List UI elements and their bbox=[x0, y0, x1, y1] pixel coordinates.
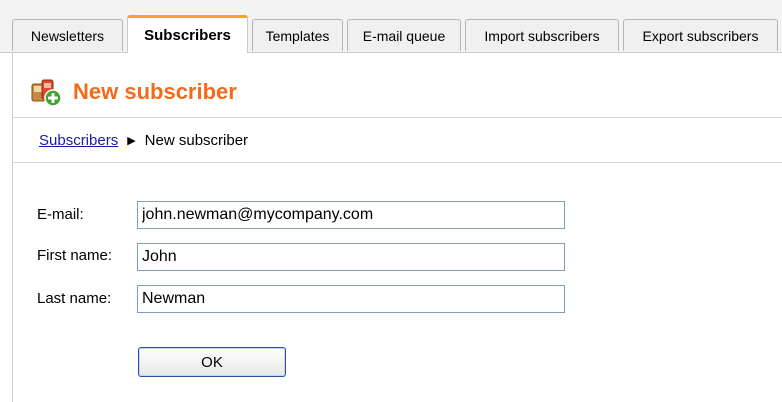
breadcrumb-divider bbox=[13, 162, 782, 163]
breadcrumb: Subscribers ▶ New subscriber bbox=[39, 132, 248, 149]
breadcrumb-arrow-icon: ▶ bbox=[127, 135, 136, 147]
page-header: New subscriber bbox=[29, 74, 237, 110]
last-name-label: Last name: bbox=[37, 290, 112, 307]
breadcrumb-current: New subscriber bbox=[144, 132, 249, 149]
breadcrumb-subscribers-link[interactable]: Subscribers bbox=[39, 132, 118, 149]
email-label: E-mail: bbox=[37, 206, 84, 223]
tab-templates[interactable]: Templates bbox=[252, 19, 343, 51]
tab-import-subscribers[interactable]: Import subscribers bbox=[465, 19, 619, 51]
last-name-field[interactable] bbox=[137, 285, 565, 313]
first-name-field[interactable] bbox=[137, 243, 565, 271]
ok-button[interactable]: OK bbox=[138, 347, 286, 377]
tab-subscribers[interactable]: Subscribers bbox=[127, 15, 248, 53]
page-title: New subscriber bbox=[73, 79, 237, 104]
new-subscriber-icon bbox=[31, 79, 62, 107]
first-name-label: First name: bbox=[37, 247, 113, 264]
tab-bar: Newsletters Subscribers Templates E-mail… bbox=[0, 0, 782, 53]
tab-newsletters[interactable]: Newsletters bbox=[12, 19, 123, 51]
header-divider bbox=[13, 117, 782, 118]
email-field[interactable] bbox=[137, 201, 565, 229]
content-panel: New subscriber Subscribers ▶ New subscri… bbox=[12, 52, 782, 402]
tab-email-queue[interactable]: E-mail queue bbox=[347, 19, 461, 51]
tab-export-subscribers[interactable]: Export subscribers bbox=[623, 19, 778, 51]
